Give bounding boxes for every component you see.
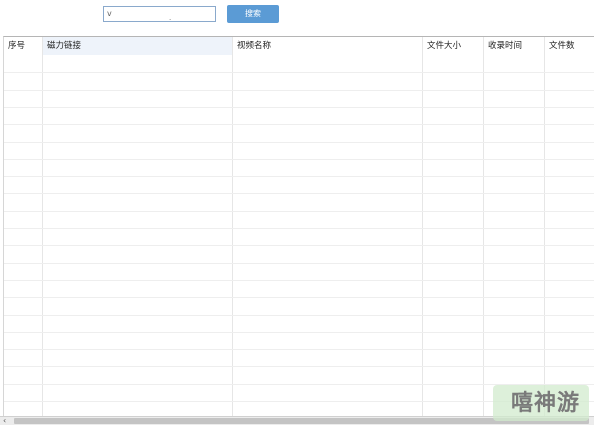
table-row-divider [4, 245, 594, 246]
column-header-file-size[interactable]: 文件大小 [423, 37, 483, 55]
table-row-divider [4, 176, 594, 177]
column-header-video-name[interactable]: 视频名称 [233, 37, 422, 55]
table-row-divider [4, 332, 594, 333]
table-row-divider [4, 315, 594, 316]
table-row-divider [4, 297, 594, 298]
column-divider [232, 37, 233, 417]
column-header-file-count[interactable]: 文件数 [545, 37, 594, 55]
column-header-magnet[interactable]: 磁力链接 [43, 37, 232, 55]
column-header-indexed-time[interactable]: 收录时间 [484, 37, 544, 55]
table-row-divider [4, 107, 594, 108]
column-divider [422, 37, 423, 417]
search-input[interactable]: v . [103, 6, 216, 22]
table-row-divider [4, 211, 594, 212]
search-input-mark: . [169, 14, 172, 22]
table-row-divider [4, 366, 594, 367]
watermark-logo: 嘻神游 [493, 385, 589, 421]
table-row-divider [4, 349, 594, 350]
app-window: v . 搜索 序号 磁力链接 视频名称 文件大小 收录时间 文件数 ‹ 嘻神游 [0, 0, 594, 425]
table-row-divider [4, 142, 594, 143]
table-row-divider [4, 193, 594, 194]
table-row-divider [4, 263, 594, 264]
table-row-divider [4, 280, 594, 281]
table-row-divider [4, 90, 594, 91]
table-header: 序号 磁力链接 视频名称 文件大小 收录时间 文件数 [4, 37, 594, 55]
search-button[interactable]: 搜索 [227, 5, 279, 23]
table-row-divider [4, 124, 594, 125]
table-row-divider [4, 228, 594, 229]
scroll-left-icon[interactable]: ‹ [3, 416, 6, 425]
column-divider [544, 37, 545, 417]
search-input-value: v [107, 9, 112, 18]
table-row-divider [4, 159, 594, 160]
column-header-index[interactable]: 序号 [4, 37, 42, 55]
column-divider [42, 37, 43, 417]
table-row-divider [4, 72, 594, 73]
results-table: 序号 磁力链接 视频名称 文件大小 收录时间 文件数 [3, 36, 594, 417]
column-divider [483, 37, 484, 417]
watermark-text: 嘻神游 [511, 390, 581, 416]
